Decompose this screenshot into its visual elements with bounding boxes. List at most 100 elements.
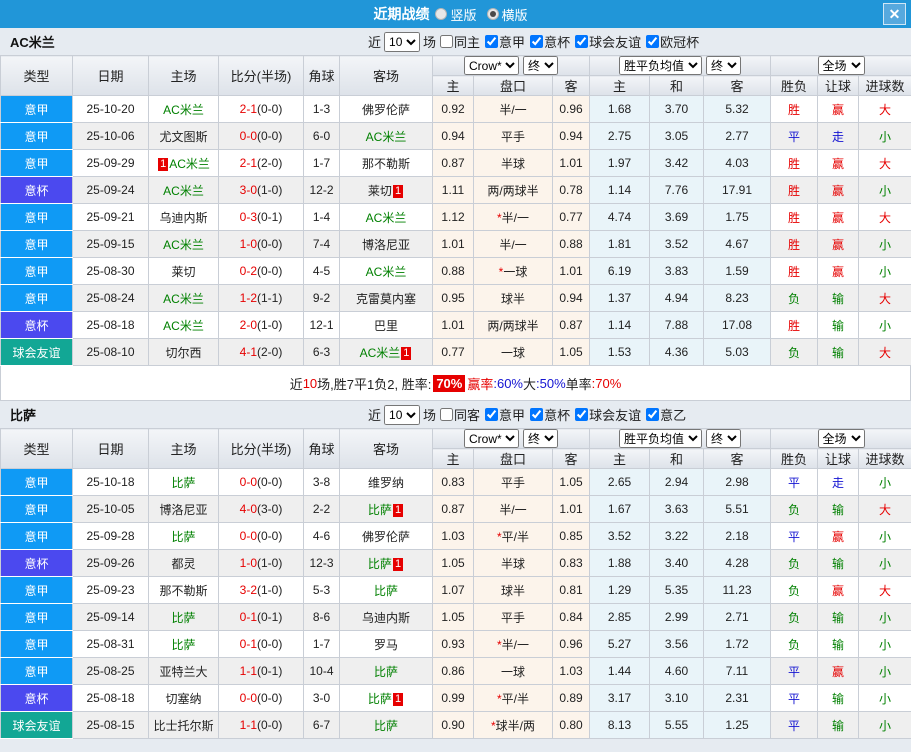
result-goals-cell: 小 [858,630,911,658]
table-row: 意杯 25-09-24 AC米兰 3-0(1-0) 12-2 莱切 1 1.11 两/两球半 0.… [0,176,911,204]
league-type-cell: 意甲 [0,95,73,123]
result-goals-cell: 大 [858,95,911,123]
scope-select[interactable]: 全场 [817,429,865,448]
radio-label: 横版 [501,7,528,23]
odds-cell: 0.87 [432,149,474,177]
corner-cell: 2-2 [303,495,340,523]
away-team-name: AC米兰 [365,264,407,279]
fulltime-score: 0-1 [239,610,257,624]
home-team-cell: 博洛尼亚 [148,495,219,523]
corner-cell: 1-7 [303,630,340,658]
halftime-score: (1-0) [257,556,283,570]
avg-odds-cell: 2.75 [589,122,650,150]
home-team-cell: 比萨 [148,468,219,496]
odds-cell: 0.88 [552,230,590,258]
summary-segment: :70% [591,375,622,391]
sub-header-4: 和 [649,75,704,96]
games-label: 场 [423,408,437,423]
date-cell: 25-10-06 [72,122,149,150]
sub-header-1: 盘口 [473,75,553,96]
odds-source-select[interactable]: Crow* [464,429,519,448]
match-count-select[interactable]: 10 [384,31,421,52]
summary-row: 近 10 场,胜7平1负2, 胜率: 70% 赢率:60% 大:50% 单率:70% [0,366,911,401]
avg-select[interactable]: 胜平负均值 [619,429,702,448]
handicap-cell: 半/一 [473,95,553,123]
odds-state-select[interactable]: 终 [523,429,558,448]
result-wdl-cell: 平 [770,657,819,685]
recent-results-window: 近期战绩 竖版 横版 ✕ AC米兰近 10 场同主 意甲 意杯 球会友谊 欧冠杯 类型 日期 主场比… [0,0,911,739]
date-cell: 25-08-30 [72,257,149,285]
corner-cell: 3-0 [303,684,340,712]
same-venue-input[interactable] [440,408,454,421]
halftime-score: (0-1) [257,210,283,224]
red-card-badge: 1 [401,346,412,360]
league-checkbox[interactable]: 意甲 [481,32,525,51]
same-venue-input[interactable] [440,35,454,48]
league-checkbox[interactable]: 球会友谊 [571,405,641,424]
league-checkbox-input[interactable] [485,408,499,421]
league-label: 意乙 [660,408,687,423]
table-row: 意杯 25-09-26 都灵 1-0(1-0) 12-3 比萨 1 1.05 半球 0.83 1.8… [0,549,911,577]
score-cell: 1-2(1-1) [218,284,304,312]
corner-cell: 6-3 [303,338,340,366]
result-goals-cell: 大 [858,338,911,366]
league-type-cell: 意甲 [0,603,73,631]
scope-select[interactable]: 全场 [817,56,865,75]
away-team-name: 比萨 [367,502,392,517]
summary-segment: 70% [433,374,466,392]
avg-odds-cell: 7.11 [702,657,772,685]
games-label: 场 [423,35,437,50]
league-checkbox[interactable]: 欧冠杯 [642,32,699,51]
result-goals-cell: 小 [858,711,911,739]
halftime-score: (0-0) [257,718,283,732]
date-cell: 25-09-28 [72,522,149,550]
league-checkbox-input[interactable] [575,35,589,48]
result-wdl-cell: 平 [770,684,819,712]
league-checkbox-input[interactable] [530,35,544,48]
date-cell: 25-09-29 [72,149,149,177]
odds-source-select[interactable]: Crow* [464,56,519,75]
table-row: 意甲 25-08-31 比萨 0-1(0-0) 1-7 罗马 0.93 *半/一 0.96 5.2… [0,630,911,658]
avg-odds-cell: 17.91 [702,176,772,204]
sub-header-4: 和 [649,448,704,469]
avg-odds-cell: 17.08 [702,311,772,339]
match-count-select[interactable]: 10 [384,404,421,425]
corner-cell: 5-3 [303,576,340,604]
league-checkbox[interactable]: 意杯 [526,405,570,424]
league-checkbox-input[interactable] [530,408,544,421]
layout-radio-group: 竖版 横版 [435,5,537,24]
sub-header-6: 胜负 [770,448,819,469]
league-checkbox[interactable]: 意甲 [481,405,525,424]
odds-cell: 1.01 [432,311,474,339]
league-checkbox-input[interactable] [575,408,589,421]
corner-cell: 8-6 [303,603,340,631]
score-cell: 0-3(0-1) [218,203,304,231]
league-checkbox[interactable]: 意杯 [526,32,570,51]
fulltime-score: 4-1 [239,345,257,359]
same-venue-checkbox[interactable]: 同主 [436,32,480,51]
handicap-cell: 一球 [473,338,553,366]
halftime-score: (1-0) [257,183,283,197]
layout-radio-vertical[interactable]: 竖版 [435,5,477,24]
avg-group-header: 胜平负均值终 [588,428,772,449]
avg-select[interactable]: 胜平负均值 [619,56,702,75]
sub-header-5: 客 [702,75,772,96]
league-checkbox-input[interactable] [646,408,660,421]
avg-odds-cell: 1.75 [702,203,772,231]
league-checkbox[interactable]: 意乙 [642,405,686,424]
odds-state-select[interactable]: 终 [523,56,558,75]
close-button[interactable]: ✕ [883,3,906,25]
league-checkbox-input[interactable] [485,35,499,48]
column-header-4: 角球 [303,428,340,469]
league-checkbox-input[interactable] [646,35,660,48]
layout-radio-horizontal[interactable]: 横版 [486,5,528,24]
avg-state-select[interactable]: 终 [706,56,741,75]
league-checkbox[interactable]: 球会友谊 [571,32,641,51]
team-name: 比萨 [10,408,37,423]
away-team-name: AC米兰 [365,129,407,144]
same-venue-checkbox[interactable]: 同客 [436,405,480,424]
home-team-name: AC米兰 [163,291,204,306]
away-team-name: 莱切 [367,183,392,198]
avg-state-select[interactable]: 终 [706,429,741,448]
halftime-score: (0-0) [257,475,283,489]
